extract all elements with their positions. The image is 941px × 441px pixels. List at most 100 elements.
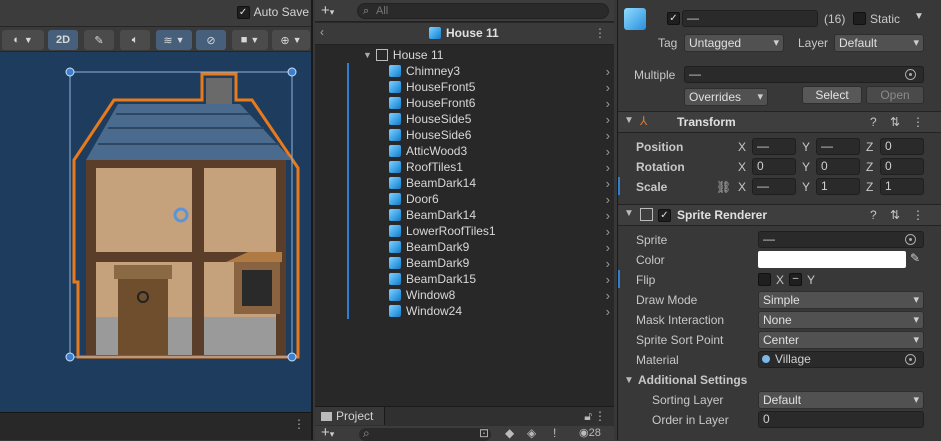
- chevron-right-icon[interactable]: ›: [606, 128, 610, 143]
- expand-arrow-icon[interactable]: ▼: [363, 50, 372, 60]
- hierarchy-item[interactable]: BeamDark9 ›: [315, 239, 614, 255]
- presets-icon[interactable]: ⇅: [890, 208, 900, 222]
- sprite-field[interactable]: —: [758, 231, 924, 248]
- draw-mode-dropdown[interactable]: Simple: [758, 291, 924, 309]
- static-checkbox[interactable]: [853, 12, 866, 25]
- audio-toggle-button[interactable]: 🔈︎: [120, 30, 150, 50]
- hierarchy-item[interactable]: HouseSide6 ›: [315, 127, 614, 143]
- additional-settings-label[interactable]: Additional Settings: [638, 373, 747, 387]
- order-in-layer-field[interactable]: 0: [758, 411, 924, 428]
- scene-header-row[interactable]: ‹ House 11 ⋮: [315, 23, 614, 45]
- visibility-toggle-button[interactable]: ⊘: [196, 30, 226, 50]
- more-icon[interactable]: ⋮: [912, 208, 924, 222]
- scale-z-field[interactable]: 1: [880, 178, 924, 195]
- scale-y-field[interactable]: 1: [816, 178, 860, 195]
- transform-header[interactable]: ▼ ⅄ Transform ? ⇅ ⋮: [618, 111, 941, 133]
- chevron-right-icon[interactable]: ›: [606, 240, 610, 255]
- autosave-toggle[interactable]: ✓ Auto Save: [236, 5, 309, 19]
- position-x-field[interactable]: —: [752, 138, 796, 155]
- position-z-field[interactable]: 0: [880, 138, 924, 155]
- overrides-dropdown[interactable]: Overrides: [684, 88, 768, 106]
- hierarchy-item[interactable]: BeamDark15 ›: [315, 271, 614, 287]
- chevron-right-icon[interactable]: ›: [606, 80, 610, 95]
- hierarchy-item[interactable]: BeamDark14 ›: [315, 175, 614, 191]
- presets-icon[interactable]: ⇅: [890, 115, 900, 129]
- label-filter-icon[interactable]: ◈: [527, 426, 536, 440]
- flip-x-checkbox[interactable]: [758, 273, 771, 286]
- layer-dropdown[interactable]: Default: [834, 34, 924, 52]
- object-picker-icon[interactable]: [905, 234, 916, 245]
- rotation-x-field[interactable]: 0: [752, 158, 796, 175]
- add-object-button[interactable]: +▾: [321, 2, 334, 19]
- lighting-toggle-button[interactable]: ✎: [84, 30, 114, 50]
- component-enabled-checkbox[interactable]: ✓: [658, 209, 671, 222]
- shading-mode-button[interactable]: ◐ ▼: [2, 30, 44, 50]
- material-field[interactable]: Village: [758, 351, 924, 368]
- chevron-right-icon[interactable]: ›: [606, 256, 610, 271]
- sprite-sort-point-dropdown[interactable]: Center: [758, 331, 924, 349]
- hierarchy-root-row[interactable]: ▼ House 11: [315, 47, 614, 63]
- toggle-2d-button[interactable]: 2D: [48, 30, 78, 50]
- object-picker-icon[interactable]: [905, 354, 916, 365]
- hierarchy-item[interactable]: Chimney3 ›: [315, 63, 614, 79]
- hierarchy-item[interactable]: LowerRoofTiles1 ›: [315, 223, 614, 239]
- collapse-arrow-icon[interactable]: ▼: [624, 115, 634, 126]
- open-button[interactable]: Open: [866, 86, 924, 104]
- chevron-right-icon[interactable]: ›: [606, 288, 610, 303]
- hierarchy-item[interactable]: Door6 ›: [315, 191, 614, 207]
- rotation-z-field[interactable]: 0: [880, 158, 924, 175]
- position-y-field[interactable]: —: [816, 138, 860, 155]
- chevron-right-icon[interactable]: ›: [606, 160, 610, 175]
- autosave-checkbox[interactable]: ✓: [236, 5, 250, 19]
- hierarchy-item[interactable]: HouseFront5 ›: [315, 79, 614, 95]
- hierarchy-item[interactable]: BeamDark14 ›: [315, 207, 614, 223]
- hierarchy-item[interactable]: HouseSide5 ›: [315, 111, 614, 127]
- chevron-right-icon[interactable]: ›: [606, 304, 610, 319]
- active-checkbox[interactable]: ✓: [667, 12, 680, 25]
- object-name-field[interactable]: —: [682, 10, 818, 27]
- prefab-asset-field[interactable]: —: [684, 66, 924, 83]
- chevron-right-icon[interactable]: ›: [606, 272, 610, 287]
- camera-button[interactable]: ■ ▼: [232, 30, 268, 50]
- help-icon[interactable]: ?: [870, 115, 877, 129]
- gizmos-button[interactable]: ⊕ ▼: [272, 30, 310, 50]
- project-search-input[interactable]: ⌕: [359, 426, 491, 441]
- tag-dropdown[interactable]: Untagged: [684, 34, 784, 52]
- hidden-packages-toggle[interactable]: ◉28: [579, 426, 601, 439]
- more-icon[interactable]: ⋮: [594, 26, 606, 40]
- hierarchy-item[interactable]: Window24 ›: [315, 303, 614, 319]
- type-filter-icon[interactable]: ◆: [505, 426, 514, 440]
- chevron-right-icon[interactable]: ›: [606, 64, 610, 79]
- tab-project[interactable]: Project: [315, 407, 385, 425]
- hierarchy-item[interactable]: RoofTiles1 ›: [315, 159, 614, 175]
- hierarchy-item[interactable]: HouseFront6 ›: [315, 95, 614, 111]
- chevron-right-icon[interactable]: ›: [606, 112, 610, 127]
- object-picker-icon[interactable]: [905, 69, 916, 80]
- sprite-renderer-header[interactable]: ▼ ✓ Sprite Renderer ? ⇅ ⋮: [618, 204, 941, 226]
- more-icon[interactable]: ⋮: [594, 409, 606, 423]
- chevron-right-icon[interactable]: ›: [606, 208, 610, 223]
- help-icon[interactable]: ?: [870, 208, 877, 222]
- hierarchy-item[interactable]: AtticWood3 ›: [315, 143, 614, 159]
- lock-icon[interactable]: 🔓︎: [584, 409, 592, 424]
- more-icon[interactable]: ⋮: [293, 417, 305, 431]
- back-icon[interactable]: ‹: [320, 25, 324, 39]
- create-asset-button[interactable]: +▾: [321, 424, 334, 441]
- chevron-right-icon[interactable]: ›: [606, 192, 610, 207]
- collapse-arrow-icon[interactable]: ▼: [624, 375, 634, 386]
- rotation-y-field[interactable]: 0: [816, 158, 860, 175]
- select-button[interactable]: Select: [802, 86, 862, 104]
- chevron-right-icon[interactable]: ›: [606, 224, 610, 239]
- flip-y-checkbox[interactable]: –: [789, 273, 802, 286]
- chevron-right-icon[interactable]: ›: [606, 96, 610, 111]
- effects-button[interactable]: ≋ ▼: [156, 30, 192, 50]
- more-icon[interactable]: ⋮: [912, 115, 924, 129]
- link-icon[interactable]: ⛓︎: [716, 180, 731, 194]
- hierarchy-item[interactable]: BeamDark9 ›: [315, 255, 614, 271]
- chevron-right-icon[interactable]: ›: [606, 176, 610, 191]
- eyedropper-icon[interactable]: ✎: [910, 251, 920, 265]
- sorting-layer-dropdown[interactable]: Default: [758, 391, 924, 409]
- chevron-down-icon[interactable]: ▼: [914, 11, 924, 22]
- scale-x-field[interactable]: —: [752, 178, 796, 195]
- hierarchy-search-input[interactable]: ⌕ All: [357, 3, 609, 19]
